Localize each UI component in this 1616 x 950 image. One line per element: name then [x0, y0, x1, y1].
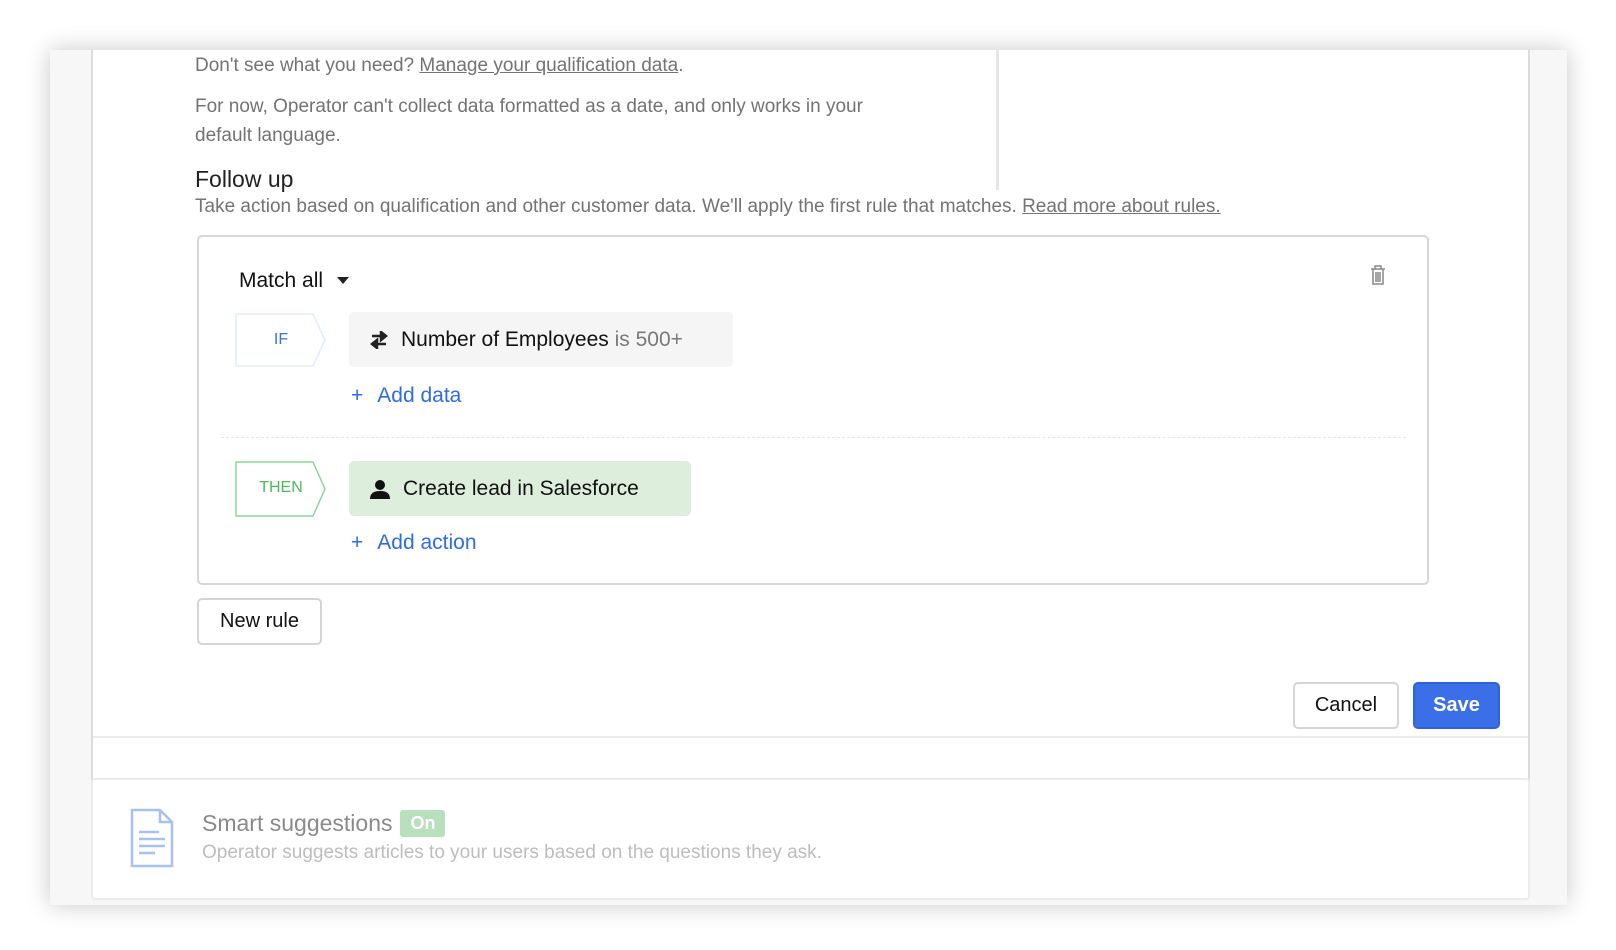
action-label: Create lead in Salesforce: [403, 476, 639, 500]
operator-qualification-card: Don't see what you need? Manage your qua…: [91, 50, 1530, 812]
add-action-label: Add action: [377, 531, 477, 554]
settings-window: Don't see what you need? Manage your qua…: [50, 50, 1567, 905]
then-label: THEN: [235, 461, 327, 517]
match-mode-dropdown[interactable]: Match all: [239, 269, 350, 293]
smart-suggestions-card[interactable]: Smart suggestions On Operator suggests a…: [91, 778, 1530, 900]
manage-data-hint: Don't see what you need? Manage your qua…: [195, 55, 684, 76]
footer-divider: [93, 736, 1528, 738]
add-data-button[interactable]: + Add data: [351, 384, 461, 408]
match-mode-label: Match all: [239, 269, 324, 292]
manage-qualification-data-link[interactable]: Manage your qualification data: [419, 55, 678, 76]
add-action-button[interactable]: + Add action: [351, 531, 477, 555]
caret-down-icon: [337, 277, 350, 284]
follow-up-title: Follow up: [195, 166, 294, 192]
date-limitation-note: For now, Operator can't collect data for…: [195, 96, 863, 146]
then-text: THEN: [259, 479, 303, 496]
smart-suggestions-header: Smart suggestions On: [202, 810, 446, 837]
person-icon: [370, 479, 390, 499]
condition-attribute: Number of Employees: [401, 327, 609, 351]
condition-value: is 500+: [614, 327, 683, 351]
follow-up-text: Take action based on qualification and o…: [195, 196, 1017, 217]
column-divider: [996, 50, 999, 190]
hint-text: Don't see what you need?: [195, 55, 415, 76]
status-badge: On: [400, 810, 446, 837]
smart-suggestions-description: Operator suggests articles to your users…: [202, 842, 822, 863]
plus-icon: +: [351, 384, 364, 407]
condition-pill[interactable]: Number of Employees is 500+: [349, 312, 733, 367]
swap-arrows-icon: [369, 330, 389, 349]
read-more-rules-link[interactable]: Read more about rules.: [1022, 196, 1221, 217]
plus-icon: +: [351, 531, 364, 554]
rule-divider: [221, 437, 1406, 438]
follow-up-description: Take action based on qualification and o…: [195, 196, 1221, 218]
if-text: IF: [273, 331, 289, 348]
condition-text: Number of Employees is 500+: [401, 328, 683, 352]
action-pill[interactable]: Create lead in Salesforce: [349, 461, 691, 516]
smart-suggestions-title: Smart suggestions: [202, 810, 393, 836]
rule-card: Match all IF Number of Employees is 500+…: [197, 235, 1429, 585]
document-icon: [130, 808, 174, 868]
new-rule-button[interactable]: New rule: [197, 598, 322, 645]
add-data-label: Add data: [377, 384, 462, 407]
if-label: IF: [235, 313, 327, 367]
save-button[interactable]: Save: [1413, 682, 1500, 729]
trash-icon[interactable]: [1369, 264, 1387, 286]
cancel-button[interactable]: Cancel: [1293, 682, 1399, 729]
